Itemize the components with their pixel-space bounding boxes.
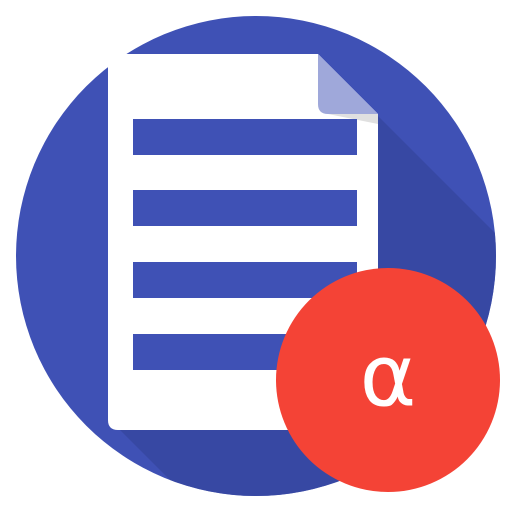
alpha-badge: α xyxy=(276,268,500,492)
document-app-icon: α xyxy=(16,16,500,496)
text-line xyxy=(133,190,357,226)
alpha-icon: α xyxy=(360,326,417,426)
app-icon: α xyxy=(0,0,512,512)
text-line xyxy=(133,119,357,155)
